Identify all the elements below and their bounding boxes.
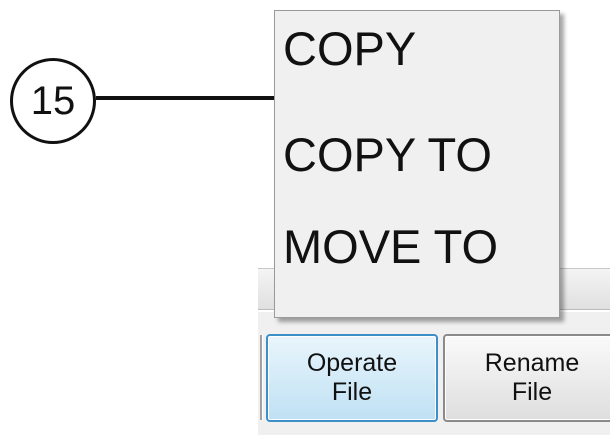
operate-file-popup-menu: COPY COPY TO MOVE TO	[274, 10, 560, 318]
operate-file-button[interactable]: Operate File	[266, 334, 438, 422]
rename-file-button[interactable]: Rename File	[443, 334, 610, 422]
menu-item-move-to[interactable]: MOVE TO	[283, 223, 498, 270]
rename-file-label-line1: Rename	[484, 348, 580, 377]
toolbar-separator	[260, 335, 263, 420]
rename-file-label-line2: File	[511, 378, 553, 406]
operate-file-label-line2: File	[331, 378, 373, 406]
callout-number: 15	[30, 79, 76, 123]
menu-item-copy[interactable]: COPY	[283, 25, 416, 72]
operate-file-label-line1: Operate	[306, 348, 398, 377]
menu-item-copy-to[interactable]: COPY TO	[283, 131, 492, 178]
callout-circle: 15	[10, 58, 96, 144]
callout-leader-line	[96, 96, 290, 100]
